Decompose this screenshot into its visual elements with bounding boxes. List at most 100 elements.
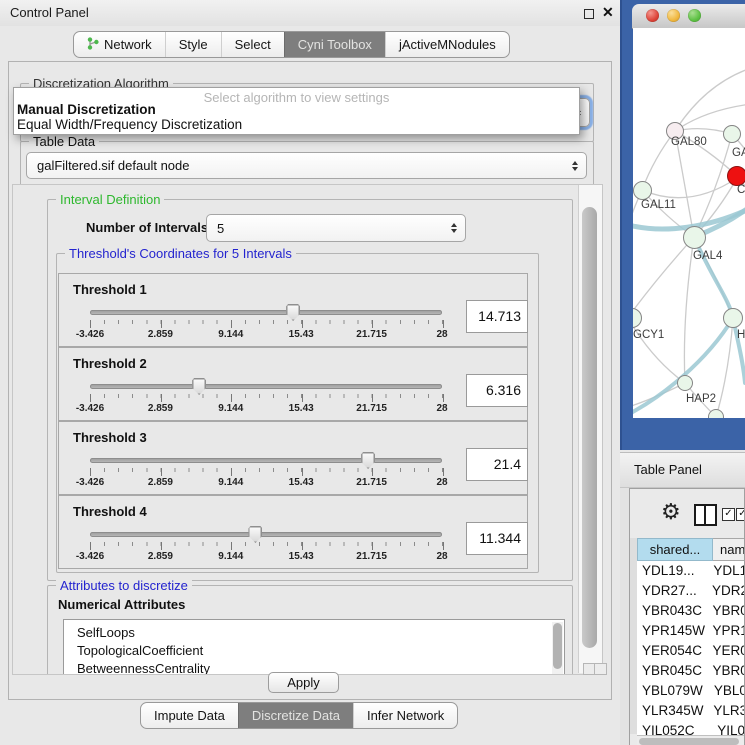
threshold-label: Threshold 1 — [73, 282, 147, 297]
tab-label: Select — [235, 37, 271, 52]
tab-infer-network[interactable]: Infer Network — [353, 703, 457, 728]
attributes-listbox[interactable]: SelfLoops TopologicalCoefficient Between… — [63, 619, 565, 675]
column-header-shared-name[interactable]: shared... — [637, 538, 713, 561]
table-row[interactable]: YDL19...YDL1 — [637, 561, 744, 581]
tab-jactivemnodules[interactable]: jActiveMNodules — [385, 32, 509, 57]
stepper-arrows-icon[interactable] — [451, 223, 457, 233]
table-row[interactable]: YBR043CYBR0 — [637, 601, 744, 621]
node-label: GAL80 — [671, 136, 707, 148]
num-intervals-combobox[interactable]: 5 — [206, 214, 466, 242]
threshold-label: Threshold 2 — [73, 356, 147, 371]
network-canvas[interactable]: GAL80 GA C GAL11 GAL4 GCY1 H HAP2 — [633, 28, 745, 418]
table-row[interactable]: YIL052CYIL0 — [637, 721, 744, 735]
node-selected-red[interactable] — [727, 166, 745, 186]
algorithm-dropdown-popup: Select algorithm to view settings Manual… — [13, 87, 580, 135]
node-label: GAL4 — [693, 250, 722, 262]
tab-label: Impute Data — [154, 708, 225, 723]
node-h[interactable] — [723, 308, 743, 328]
node-bottom[interactable] — [708, 409, 724, 418]
columns-icon[interactable] — [694, 504, 717, 526]
list-scrollbar-thumb[interactable] — [553, 623, 562, 669]
tab-label: Cyni Toolbox — [298, 37, 372, 52]
threshold-slider[interactable] — [90, 384, 442, 389]
tab-cyni-toolbox[interactable]: Cyni Toolbox — [284, 32, 385, 57]
threshold-value-field[interactable]: 21.4 — [466, 448, 528, 481]
apply-button[interactable]: Apply — [268, 672, 339, 693]
scrollbar-thumb[interactable] — [582, 207, 597, 648]
threshold-slider[interactable] — [90, 458, 442, 463]
tab-label: Style — [179, 37, 208, 52]
settings-scrollpane: Interval Definition Number of Intervals … — [12, 184, 603, 675]
top-tabbar: Network Style Select Cyni Toolbox jActiv… — [73, 31, 510, 58]
table-row[interactable]: YDR27...YDR2 — [637, 581, 744, 601]
tab-label: jActiveMNodules — [399, 37, 496, 52]
slider-tick-labels: -3.4262.8599.14415.4321.71528 — [90, 477, 442, 489]
threshold-slider[interactable] — [90, 310, 442, 315]
threshold-value-field[interactable]: 6.316 — [466, 374, 528, 407]
tab-network[interactable]: Network — [74, 32, 165, 57]
screen: Control Panel ✕ Network Style Select Cyn… — [0, 0, 745, 745]
tab-select[interactable]: Select — [221, 32, 284, 57]
gear-icon[interactable]: ⚙ — [661, 499, 681, 525]
table-row[interactable]: YLR345WYLR3 — [637, 701, 744, 721]
bottom-tabbar: Impute Data Discretize Data Infer Networ… — [140, 702, 458, 729]
column-header-name[interactable]: name — [713, 538, 744, 561]
tab-impute-data[interactable]: Impute Data — [141, 703, 238, 728]
dropdown-option-manual[interactable]: Manual Discretization — [17, 102, 156, 117]
slider-ticks — [90, 542, 443, 546]
group-title: Table Data — [29, 134, 99, 149]
checkbox-icon[interactable]: ✓ — [722, 508, 735, 521]
table-panel: ⚙ ✓ ✓ shared... name YDL19...YDL1 YDR27.… — [629, 488, 745, 745]
tab-style[interactable]: Style — [165, 32, 221, 57]
group-title: Attributes to discretize — [56, 578, 192, 593]
close-traffic-light-icon[interactable] — [646, 9, 659, 22]
list-item[interactable]: TopologicalCoefficient — [64, 642, 564, 660]
slider-thumb[interactable] — [286, 304, 300, 321]
threshold-row-3: Threshold 3 -3.4262.8599.14415.4321.7152… — [58, 421, 528, 495]
checkbox-icon[interactable]: ✓ — [736, 508, 745, 521]
slider-ticks — [90, 320, 443, 324]
slider-ticks — [90, 468, 443, 472]
table-row[interactable]: YBR045CYBR0 — [637, 661, 744, 681]
table-header-row: shared... name — [630, 538, 744, 561]
zoom-traffic-light-icon[interactable] — [688, 9, 701, 22]
threshold-value-field[interactable]: 11.344 — [466, 522, 528, 555]
table-horizontal-scrollbar[interactable] — [637, 735, 744, 745]
node-ga[interactable] — [723, 125, 741, 143]
table-row[interactable]: YER054CYER0 — [637, 641, 744, 661]
slider-thumb[interactable] — [361, 452, 375, 469]
threshold-row-2: Threshold 2 -3.4262.8599.14415.4321.7152… — [58, 347, 528, 421]
table-data-combobox[interactable]: galFiltered.sif default node — [26, 152, 587, 179]
node-label: GCY1 — [633, 329, 664, 341]
node-gal11[interactable] — [633, 181, 652, 200]
threshold-row-1: Threshold 1 -3.4262.8599.14415.4321.7152… — [58, 273, 528, 347]
slider-thumb[interactable] — [192, 378, 206, 395]
close-icon[interactable]: ✕ — [602, 4, 614, 21]
threshold-label: Threshold 3 — [73, 430, 147, 445]
network-edges — [633, 28, 745, 418]
table-row[interactable]: YBL079WYBL0 — [637, 681, 744, 701]
slider-tick-labels: -3.4262.8599.14415.4321.71528 — [90, 551, 442, 563]
scrollbar-thumb[interactable] — [639, 738, 739, 745]
tab-label: Discretize Data — [252, 708, 340, 723]
stepper-arrows-icon[interactable] — [572, 161, 578, 171]
num-intervals-label: Number of Intervals — [86, 220, 208, 235]
tab-discretize-data[interactable]: Discretize Data — [238, 703, 353, 728]
threshold-value-field[interactable]: 14.713 — [466, 300, 528, 333]
threshold-slider[interactable] — [90, 532, 442, 537]
tab-label: Infer Network — [367, 708, 444, 723]
node-gal4[interactable] — [683, 226, 706, 249]
minimize-traffic-light-icon[interactable] — [667, 9, 680, 22]
slider-thumb[interactable] — [248, 526, 262, 543]
node-hap2[interactable] — [677, 375, 693, 391]
dropdown-option-equal-width[interactable]: Equal Width/Frequency Discretization — [17, 117, 242, 132]
float-window-icon[interactable] — [584, 9, 594, 19]
tab-label: Network — [104, 37, 152, 52]
table-rows: YDL19...YDL1 YDR27...YDR2 YBR043CYBR0 YP… — [637, 561, 744, 735]
table-panel-title: Table Panel — [634, 462, 702, 477]
table-row[interactable]: YPR145WYPR1 — [637, 621, 744, 641]
network-window-titlebar[interactable] — [632, 4, 745, 29]
list-item[interactable]: SelfLoops — [64, 624, 564, 642]
list-scrollbar[interactable] — [552, 622, 563, 675]
panel-vertical-scrollbar[interactable] — [578, 185, 602, 673]
